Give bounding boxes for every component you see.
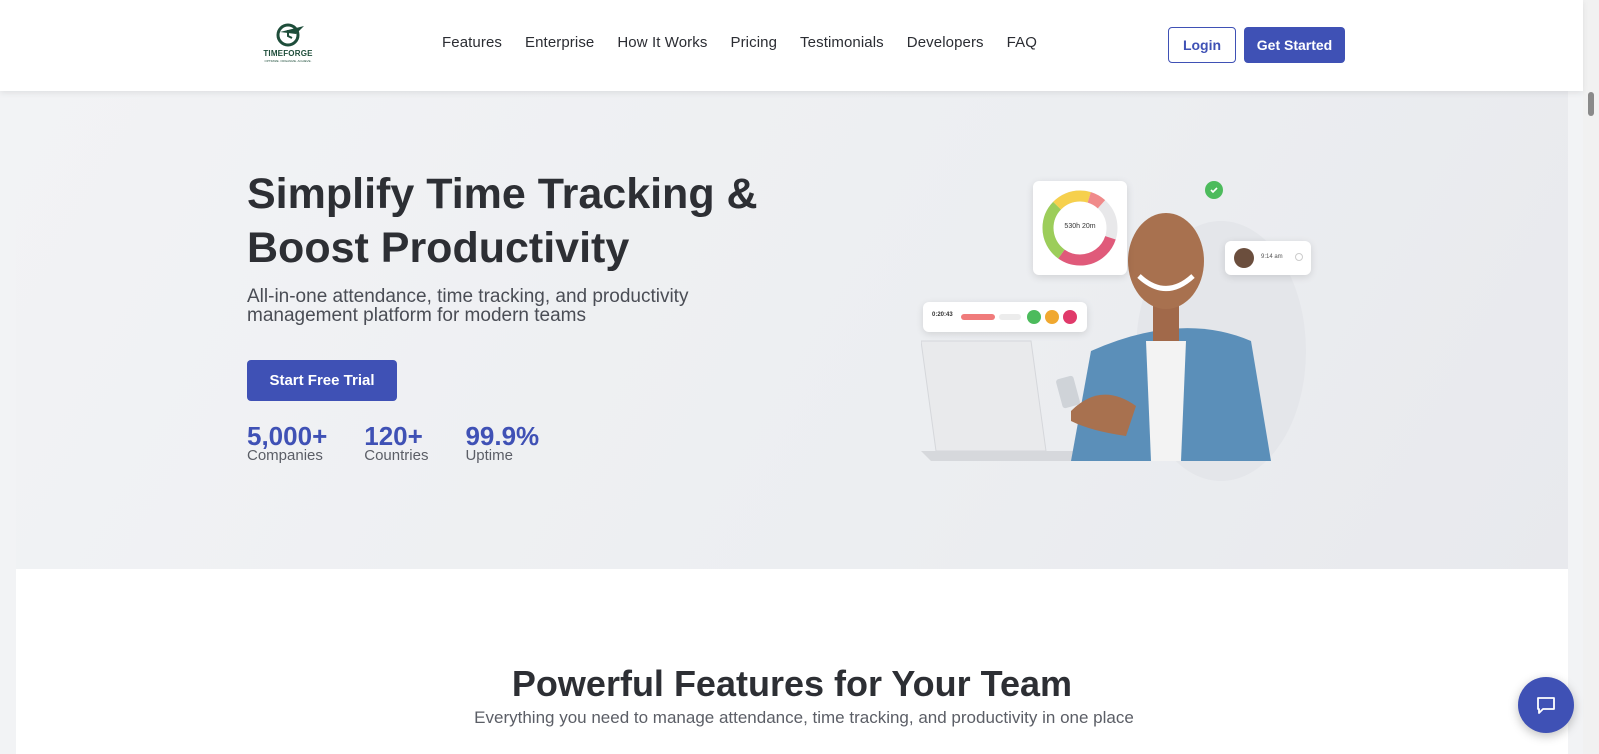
brand-tagline: OPTIMIZE. ORGANIZE. ACHIEVE. [264,59,312,63]
hero-title-line1: Simplify Time Tracking & [247,170,758,218]
features-title: Powerful Features for Your Team [511,663,1073,704]
info-icon [1295,253,1303,261]
nav-item-pricing[interactable]: Pricing [730,34,777,54]
features-section: Powerful Features for Your Team Everythi… [16,569,1568,754]
brand-logo[interactable]: TIMEFORGE OPTIMIZE. ORGANIZE. ACHIEVE. [260,22,316,68]
brand-name: TIMEFORGE [263,49,313,58]
logo-icon [276,23,304,47]
site-header: TIMEFORGE OPTIMIZE. ORGANIZE. ACHIEVE. F… [0,0,1583,91]
timer-progress [961,314,995,320]
stat-countries: 120+ Countries [364,423,428,463]
nav-item-features[interactable]: Features [442,34,502,54]
stop-icon [1063,310,1077,324]
time-donut-card: 530h 20m [1033,181,1127,275]
page: TIMEFORGE OPTIMIZE. ORGANIZE. ACHIEVE. F… [0,0,1599,754]
check-circle-icon [1205,181,1223,199]
avatar [1234,248,1254,268]
stat-companies: 5,000+ Companies [247,423,327,463]
chat-bubble-icon [1537,697,1555,714]
user-notification-card: 9:14 am [1225,241,1311,275]
nav-item-how-it-works[interactable]: How It Works [617,34,707,54]
nav-item-enterprise[interactable]: Enterprise [525,34,594,54]
donut-label: 530h 20m [1064,223,1096,230]
stat-value: 99.9% [465,421,540,451]
start-free-trial-button[interactable]: Start Free Trial [247,360,397,401]
stat-label: Companies [247,447,323,464]
play-icon [1027,310,1041,324]
page-scrollbar[interactable] [1583,0,1599,754]
nav-item-faq[interactable]: FAQ [1007,34,1037,54]
timer-track [999,314,1021,320]
stat-label: Countries [364,447,429,464]
stat-uptime: 99.9% Uptime [465,423,539,463]
get-started-button[interactable]: Get Started [1244,27,1345,63]
stat-value: 5,000+ [247,421,328,451]
hero-title: Simplify Time Tracking & Boost Productiv… [247,167,807,275]
timer-value: 0:20:43 [932,312,953,318]
features-subtitle: Everything you need to manage attendance… [474,708,1134,727]
nav-item-testimonials[interactable]: Testimonials [800,34,884,54]
hero-subtitle: All-in-one attendance, time tracking, an… [247,286,689,326]
timer-card: 0:20:43 [923,302,1087,332]
hero-section: Simplify Time Tracking & Boost Productiv… [16,91,1568,569]
nav-item-developers[interactable]: Developers [907,34,984,54]
hero-stats: 5,000+ Companies 120+ Countries 99.9% Up… [247,423,576,463]
hero-title-line2: Boost Productivity [247,224,630,272]
scrollbar-thumb[interactable] [1588,92,1594,116]
hero-illustration: 530h 20m 9:14 am 0:20:43 [921,181,1341,481]
main-nav: Features Enterprise How It Works Pricing… [442,34,1060,54]
chat-button[interactable] [1518,677,1574,733]
pause-icon [1045,310,1059,324]
notification-time: 9:14 am [1261,254,1283,260]
stat-value: 120+ [364,421,423,451]
login-button[interactable]: Login [1168,27,1236,63]
